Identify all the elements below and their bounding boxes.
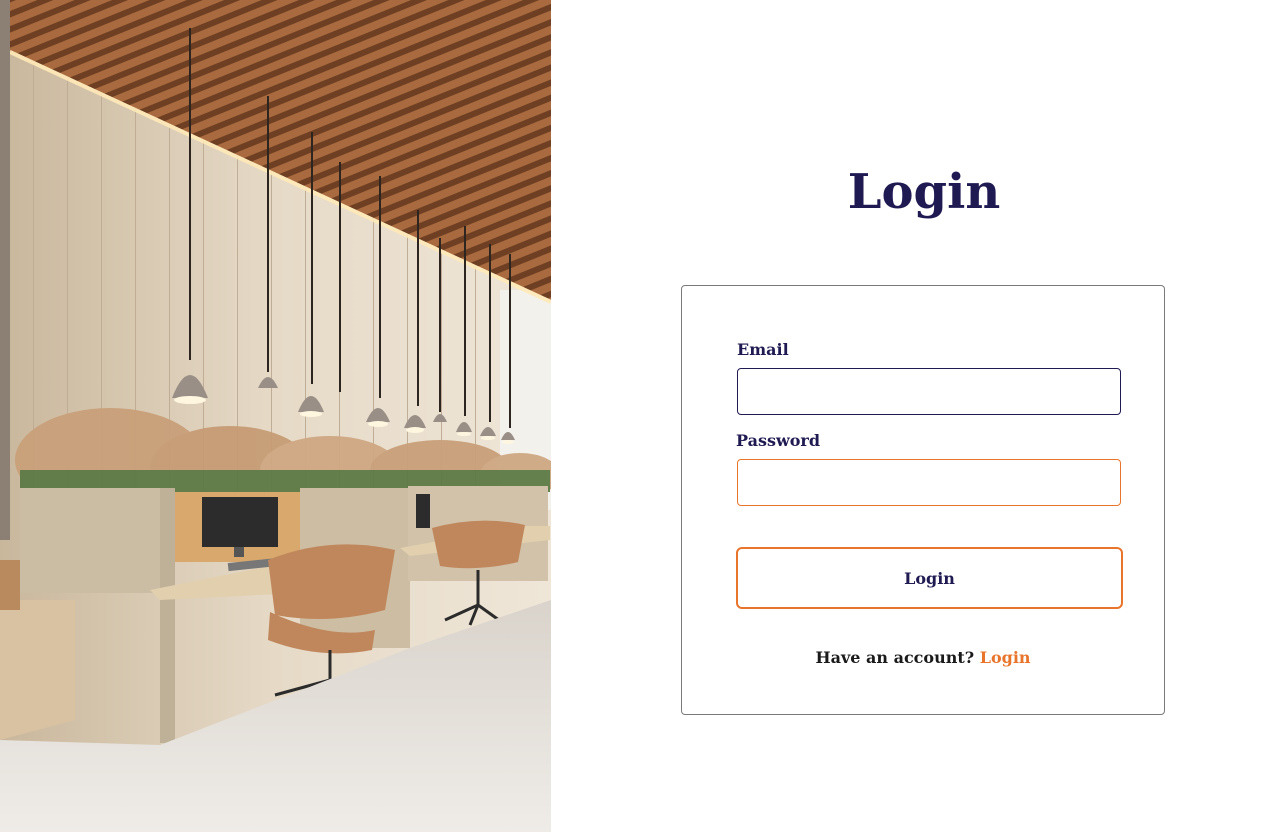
account-prompt-text: Have an account? <box>815 648 980 667</box>
hero-image <box>0 0 551 832</box>
office-illustration <box>0 0 551 832</box>
password-label: Password <box>736 431 821 450</box>
password-input[interactable] <box>737 459 1121 506</box>
email-label: Email <box>737 340 789 359</box>
email-input[interactable] <box>737 368 1121 415</box>
login-card: Email Password Login Have an account? Lo… <box>681 285 1165 715</box>
login-page: Login Email Password Login Have an accou… <box>0 0 1280 832</box>
login-button[interactable]: Login <box>736 547 1123 609</box>
account-prompt: Have an account? Login <box>682 648 1164 667</box>
login-link[interactable]: Login <box>980 648 1031 667</box>
page-title: Login <box>847 164 1001 220</box>
